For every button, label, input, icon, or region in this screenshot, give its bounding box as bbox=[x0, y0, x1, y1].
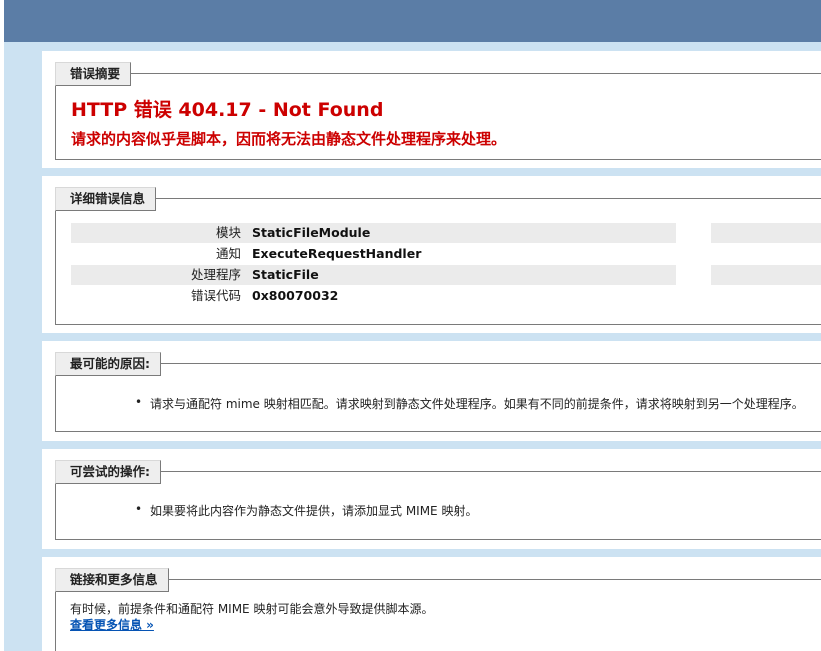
details-legend: 详细错误信息 bbox=[55, 187, 157, 211]
causes-legend: 最可能的原因: bbox=[55, 352, 161, 376]
error-title: HTTP 错误 404.17 - Not Found bbox=[71, 99, 384, 121]
actions-panel: 可尝试的操作: • 如果要将此内容作为静态文件提供，请添加显式 MIME 映射。 bbox=[42, 449, 821, 549]
cause-item: 请求与通配符 mime 映射相匹配。请求映射到静态文件处理程序。如果有不同的前提… bbox=[150, 397, 804, 411]
detail-label-error-code: 错误代码 bbox=[190, 288, 241, 303]
detail-value-handler: StaticFile bbox=[252, 267, 319, 282]
details-panel: 详细错误信息 模块 StaticFileModule 通知 ExecuteReq… bbox=[42, 176, 821, 333]
error-description: 请求的内容似乎是脚本，因而将无法由静态文件处理程序来处理。 bbox=[71, 130, 507, 148]
causes-panel: 最可能的原因: • 请求与通配符 mime 映射相匹配。请求映射到静态文件处理程… bbox=[42, 341, 821, 441]
summary-legend: 错误摘要 bbox=[55, 62, 132, 86]
bullet-icon: • bbox=[135, 395, 143, 409]
detail-row-band-right bbox=[711, 223, 821, 243]
links-panel: 链接和更多信息 有时候，前提条件和通配符 MIME 映射可能会意外导致提供脚本源… bbox=[42, 557, 821, 651]
actions-legend: 可尝试的操作: bbox=[55, 460, 161, 484]
more-info-link[interactable]: 查看更多信息 » bbox=[70, 616, 154, 633]
summary-panel: 错误摘要 HTTP 错误 404.17 - Not Found 请求的内容似乎是… bbox=[42, 51, 821, 168]
iis-error-page: 错误摘要 HTTP 错误 404.17 - Not Found 请求的内容似乎是… bbox=[0, 0, 821, 651]
action-item: 如果要将此内容作为静态文件提供，请添加显式 MIME 映射。 bbox=[150, 504, 478, 518]
detail-label-notification: 通知 bbox=[215, 246, 241, 261]
detail-value-error-code: 0x80070032 bbox=[252, 288, 339, 303]
detail-row-band-right bbox=[711, 265, 821, 285]
bullet-icon: • bbox=[135, 502, 143, 516]
links-legend: 链接和更多信息 bbox=[55, 568, 169, 592]
detail-label-handler: 处理程序 bbox=[190, 267, 241, 282]
header-bar bbox=[4, 0, 821, 42]
detail-value-module: StaticFileModule bbox=[252, 225, 371, 240]
links-description: 有时候，前提条件和通配符 MIME 映射可能会意外导致提供脚本源。 bbox=[70, 602, 434, 616]
detail-label-module: 模块 bbox=[215, 225, 241, 240]
detail-value-notification: ExecuteRequestHandler bbox=[252, 246, 422, 261]
